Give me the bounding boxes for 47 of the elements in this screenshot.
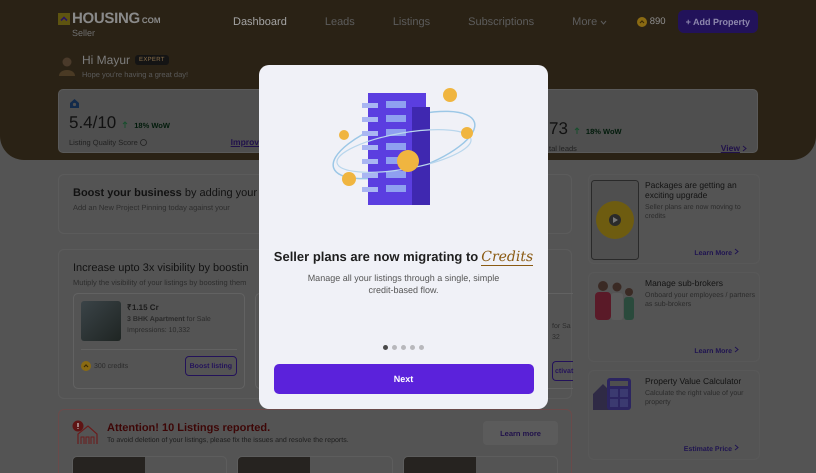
boost-visibility-title: Increase upto 3x visibility by boostin <box>73 262 250 276</box>
chevron-right-icon <box>742 144 747 152</box>
arrow-up-icon <box>574 127 580 134</box>
nav-tab[interactable]: Subscriptions <box>461 0 542 30</box>
pagination-dot[interactable] <box>410 345 415 350</box>
leads-value: 73 <box>549 119 568 139</box>
greeting-name: Hi Mayur <box>82 53 130 67</box>
nav-tab[interactable]: More <box>565 0 614 30</box>
photo-placeholder <box>73 457 145 473</box>
nav-tab[interactable]: Leads <box>318 0 362 30</box>
nav-tab[interactable]: Dashboard <box>226 0 294 30</box>
modal-title: Seller plans are now migrating to <box>274 249 478 264</box>
arrow-up-icon <box>122 121 128 128</box>
warning-house-icon <box>72 420 98 446</box>
info-icon <box>140 138 147 146</box>
promo-title: Manage sub-brokers <box>645 278 724 288</box>
quality-score-value: 5.4/10 <box>69 113 116 133</box>
alert-title: Attention! 10 Listings reported. <box>107 422 272 434</box>
logo-text: HOUSING <box>72 10 140 27</box>
pagination-dot[interactable] <box>392 345 397 350</box>
pagination-dot[interactable] <box>383 345 388 350</box>
promo-title: Property Value Calculator <box>645 376 742 386</box>
boost-business-title: Boost your business by adding your <box>73 187 258 200</box>
promo-title: Packages are getting an exciting upgrade <box>645 180 738 200</box>
credits-count: 890 <box>650 16 666 27</box>
pagination-dot[interactable] <box>401 345 406 350</box>
avatar-icon <box>58 56 76 76</box>
logo-suffix: COM <box>142 16 161 25</box>
house-star-icon <box>69 98 80 109</box>
credits-script-text: Credits <box>481 249 534 266</box>
listing-price: ₹1.15 Cr <box>127 302 160 312</box>
add-property-button[interactable]: + Add Property <box>678 10 758 33</box>
view-link[interactable]: View <box>720 143 747 153</box>
photo-placeholder <box>81 301 121 342</box>
nav-tab[interactable]: Listings <box>386 0 438 30</box>
chevron-right-icon <box>734 444 739 451</box>
modal-description: Manage all your listings through a single, simple credit-based flow. <box>306 272 500 296</box>
coin-icon <box>81 361 91 372</box>
logo-icon <box>58 12 70 24</box>
chevron-down-icon <box>600 20 608 24</box>
next-button[interactable]: Next <box>274 364 534 394</box>
seller-label: Seller <box>72 28 96 38</box>
chevron-right-icon <box>734 248 739 255</box>
coin-icon <box>636 16 647 26</box>
improve-link[interactable]: Improv <box>230 137 259 147</box>
chevron-right-icon <box>734 346 739 353</box>
pagination-dot[interactable] <box>419 345 424 350</box>
